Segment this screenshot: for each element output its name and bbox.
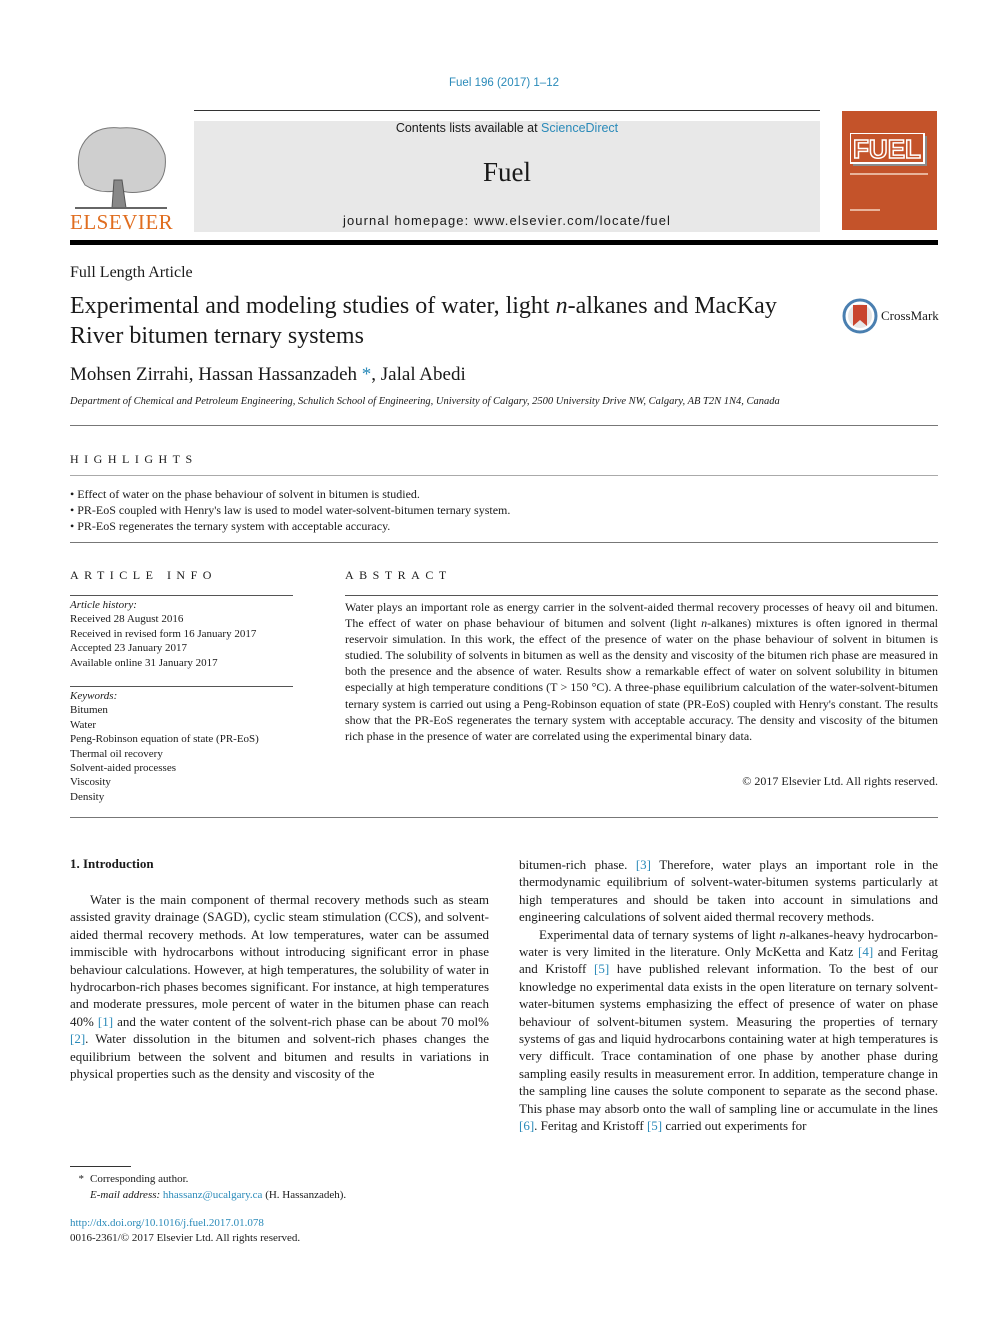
paragraph: Water is the main component of thermal r… [70, 892, 489, 1082]
citation-link[interactable]: [5] [594, 961, 609, 976]
header-rule [194, 110, 820, 111]
journal-homepage[interactable]: journal homepage: www.elsevier.com/locat… [194, 213, 820, 228]
highlight-item: • Effect of water on the phase behaviour… [70, 487, 420, 501]
divider [70, 475, 938, 476]
keyword-item: Thermal oil recovery [70, 747, 163, 760]
citation-link[interactable]: [1] [98, 1014, 113, 1029]
history-item: Accepted 23 January 2017 [70, 642, 187, 655]
citation-link[interactable]: [4] [858, 944, 873, 959]
crossmark-button[interactable]: CrossMark [842, 296, 942, 336]
corresponding-author-note: * Corresponding author. [78, 1173, 189, 1185]
journal-cover: FUEL [842, 111, 937, 230]
cover-subtitle-line [850, 173, 928, 175]
keywords-label: Keywords: [70, 690, 118, 702]
history-item: Available online 31 January 2017 [70, 656, 218, 669]
history-item: Received in revised form 16 January 2017 [70, 627, 257, 640]
doi-link[interactable]: http://dx.doi.org/10.1016/j.fuel.2017.01… [70, 1216, 300, 1231]
affiliation: Department of Chemical and Petroleum Eng… [70, 396, 780, 407]
article-type: Full Length Article [70, 264, 193, 281]
section-heading-introduction: 1. Introduction [70, 856, 154, 871]
intro-right-column: bitumen-rich phase. [3] Therefore, water… [519, 856, 938, 1135]
keyword-item: Water [70, 718, 96, 731]
citation-link[interactable]: [6] [519, 1118, 534, 1133]
intro-left-column: Water is the main component of thermal r… [70, 891, 489, 1082]
footnote-rule [70, 1166, 131, 1167]
history-label: Article history: [70, 599, 137, 611]
contents-line: Contents lists available at ScienceDirec… [194, 121, 820, 135]
crossmark-label: CrossMark [881, 308, 939, 323]
doi-block: http://dx.doi.org/10.1016/j.fuel.2017.01… [70, 1216, 300, 1246]
keyword-item: Peng-Robinson equation of state (PR-EoS) [70, 733, 259, 746]
article-title: Experimental and modeling studies of wat… [70, 293, 777, 349]
journal-citation-link[interactable]: Fuel 196 (2017) 1–12 [0, 77, 992, 89]
sciencedirect-link[interactable]: ScienceDirect [541, 121, 618, 135]
keywords: Keywords: Bitumen Water Peng-Robinson eq… [70, 689, 300, 804]
journal-name: Fuel [482, 157, 531, 187]
elsevier-wordmark: ELSEVIER [70, 210, 174, 234]
journal-masthead: Contents lists available at ScienceDirec… [194, 121, 820, 232]
highlight-item: • PR-EoS regenerates the ternary system … [70, 519, 391, 533]
svg-text:FUEL: FUEL [853, 134, 921, 164]
email-note: E-mail address: hhassanz@ucalgary.ca (H.… [90, 1189, 347, 1201]
header-thick-rule [70, 240, 938, 245]
citation-link[interactable]: [3] [636, 857, 651, 872]
citation-link[interactable]: [5] [647, 1118, 662, 1133]
email-link[interactable]: hhassanz@ucalgary.ca [163, 1189, 263, 1201]
divider [70, 425, 938, 426]
corresponding-author-mark[interactable]: * [362, 364, 372, 385]
history-item: Received 28 August 2016 [70, 613, 184, 626]
issn-copyright: 0016-2361/© 2017 Elsevier Ltd. All right… [70, 1232, 301, 1244]
cover-title: FUEL [849, 132, 928, 167]
cover-footer-line [850, 209, 880, 211]
crossmark-icon [842, 298, 878, 334]
keyword-item: Density [70, 790, 105, 803]
fuel-cover-logo-icon: FUEL [849, 132, 927, 166]
paragraph: Experimental data of ternary systems of … [519, 926, 938, 1134]
divider [345, 595, 938, 596]
divider [70, 817, 938, 818]
divider [70, 686, 293, 687]
abstract-heading: ABSTRACT [345, 568, 452, 582]
article-history: Article history: Received 28 August 2016… [70, 598, 300, 670]
abstract-copyright: © 2017 Elsevier Ltd. All rights reserved… [742, 774, 938, 788]
footnote: * Corresponding author. E-mail address: h… [70, 1171, 347, 1203]
contents-prefix: Contents lists available at [395, 121, 542, 135]
keyword-item: Solvent-aided processes [70, 762, 176, 775]
authors: Mohsen Zirrahi, Hassan Hassanzadeh *, Ja… [70, 364, 466, 385]
highlights-list: • Effect of water on the phase behaviour… [70, 486, 510, 534]
keyword-item: Viscosity [70, 776, 111, 789]
paragraph: bitumen-rich phase. [3] Therefore, water… [519, 857, 938, 925]
citation-link[interactable]: [2] [70, 1031, 85, 1046]
highlights-heading: HIGHLIGHTS [70, 452, 198, 466]
abstract-text: Water plays an important role as energy … [345, 600, 938, 743]
article-info-heading: ARTICLE INFO [70, 568, 217, 582]
divider [70, 542, 938, 543]
divider [70, 595, 293, 596]
highlight-item: • PR-EoS coupled with Henry's law is use… [70, 503, 511, 517]
keyword-item: Bitumen [70, 704, 108, 717]
